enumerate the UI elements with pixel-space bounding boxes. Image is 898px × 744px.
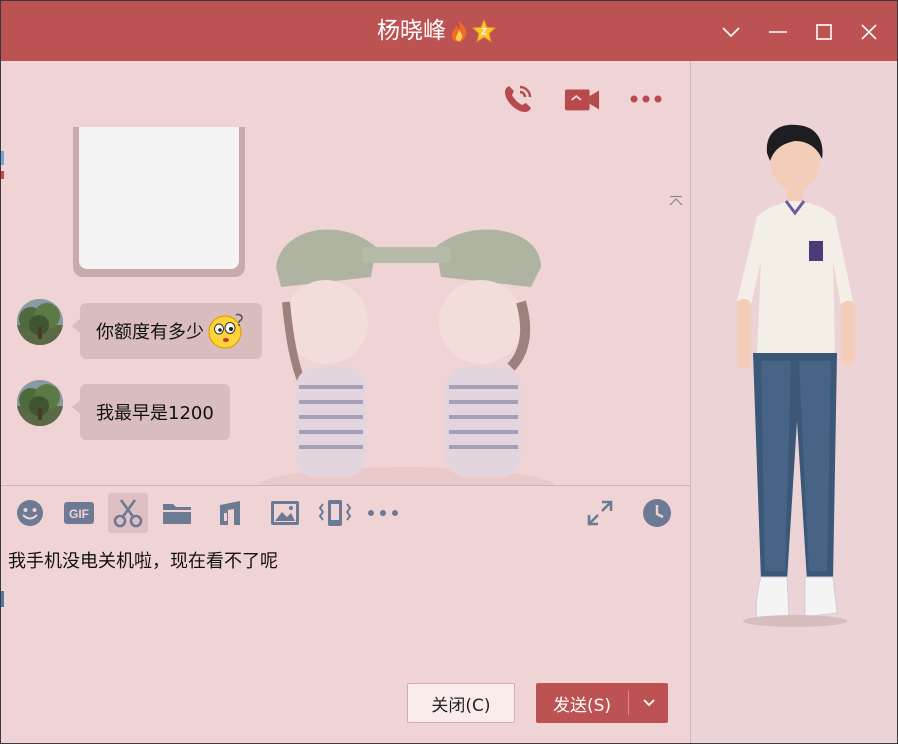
background-art-illustration bbox=[256, 229, 556, 485]
avatar[interactable] bbox=[17, 380, 63, 426]
maximize-button[interactable] bbox=[811, 19, 837, 45]
scroll-up-icon[interactable] bbox=[668, 195, 684, 207]
message-list[interactable]: 你额度有多少 我最早是1200 bbox=[1, 127, 690, 485]
svg-text:Z: Z bbox=[481, 27, 487, 37]
shake-icon bbox=[318, 500, 352, 526]
send-button-label: 发送(S) bbox=[552, 695, 612, 716]
history-button[interactable] bbox=[637, 493, 677, 533]
message-text: 你额度有多少 bbox=[96, 322, 204, 343]
image-button[interactable] bbox=[265, 493, 305, 533]
more-tools-button[interactable] bbox=[363, 493, 403, 533]
chat-pane: 你额度有多少 我最早是1200 GIF 我手机没电关机啦，现在看不了呢 关闭(C… bbox=[1, 61, 690, 743]
message-bubble[interactable]: 我最早是1200 bbox=[72, 384, 230, 440]
thinking-emoji-icon bbox=[208, 313, 243, 349]
maximize-icon bbox=[816, 24, 832, 40]
video-call-icon bbox=[564, 89, 600, 111]
scissors-icon bbox=[113, 499, 143, 528]
flame-icon bbox=[451, 20, 467, 42]
image-icon bbox=[271, 501, 299, 525]
music-button[interactable] bbox=[210, 493, 250, 533]
svg-text:GIF: GIF bbox=[69, 507, 89, 521]
close-window-button[interactable] bbox=[856, 19, 882, 45]
call-actions bbox=[500, 81, 664, 117]
screenshot-button[interactable] bbox=[108, 493, 148, 533]
more-icon bbox=[630, 95, 662, 103]
avatar-tree-image bbox=[17, 299, 63, 345]
show-avatar-pane bbox=[690, 61, 897, 743]
close-button[interactable]: 关闭(C) bbox=[407, 683, 515, 723]
more-actions-button[interactable] bbox=[628, 81, 664, 117]
music-icon bbox=[220, 501, 240, 525]
message-text: 我最早是1200 bbox=[96, 403, 214, 424]
avatar[interactable] bbox=[17, 299, 63, 345]
chevron-down-icon bbox=[642, 699, 655, 707]
contact-name: 杨晓峰 bbox=[377, 18, 446, 44]
expand-icon bbox=[587, 500, 613, 526]
image-message[interactable] bbox=[73, 127, 245, 277]
shake-button[interactable] bbox=[315, 493, 355, 533]
avatar-figure-illustration[interactable] bbox=[691, 61, 897, 743]
chat-window: 杨晓峰 Z 你额度有多少 我最早是1200 GIF 我手机没电关机啦，现在看不了… bbox=[1, 1, 897, 743]
message-row: 我最早是1200 bbox=[17, 380, 230, 440]
divider bbox=[1, 485, 690, 486]
message-bubble[interactable]: 你额度有多少 bbox=[72, 303, 262, 359]
gif-icon: GIF bbox=[64, 502, 94, 524]
avatar-tree-image bbox=[17, 380, 63, 426]
expand-input-button[interactable] bbox=[580, 493, 620, 533]
folder-icon bbox=[163, 504, 191, 524]
phone-call-icon bbox=[505, 85, 532, 112]
send-button[interactable]: 发送(S) bbox=[536, 683, 668, 723]
emoji-icon bbox=[17, 500, 43, 526]
history-icon bbox=[643, 499, 671, 527]
input-toolbar: GIF bbox=[1, 493, 690, 537]
send-options-dropdown[interactable] bbox=[629, 698, 668, 708]
emoji-button[interactable] bbox=[10, 493, 50, 533]
minimize-icon bbox=[769, 31, 787, 33]
more-icon bbox=[368, 510, 398, 516]
window-left-edge bbox=[1, 151, 4, 607]
message-input-text: 我手机没电关机啦，现在看不了呢 bbox=[8, 551, 278, 572]
gif-button[interactable]: GIF bbox=[59, 493, 99, 533]
title-bar[interactable]: 杨晓峰 Z bbox=[1, 1, 897, 61]
star-badge-icon: Z bbox=[472, 19, 496, 43]
message-input[interactable]: 我手机没电关机啦，现在看不了呢 bbox=[1, 541, 690, 671]
title-wrap: 杨晓峰 Z bbox=[377, 15, 496, 47]
message-row: 你额度有多少 bbox=[17, 299, 262, 359]
file-button[interactable] bbox=[157, 493, 197, 533]
chevron-down-icon bbox=[722, 27, 740, 38]
chevron-down-button[interactable] bbox=[718, 19, 744, 45]
minimize-button[interactable] bbox=[765, 19, 791, 45]
voice-call-button[interactable] bbox=[500, 81, 536, 117]
video-call-button[interactable] bbox=[564, 81, 600, 117]
image-thumbnail bbox=[79, 127, 239, 269]
close-icon bbox=[861, 24, 877, 40]
